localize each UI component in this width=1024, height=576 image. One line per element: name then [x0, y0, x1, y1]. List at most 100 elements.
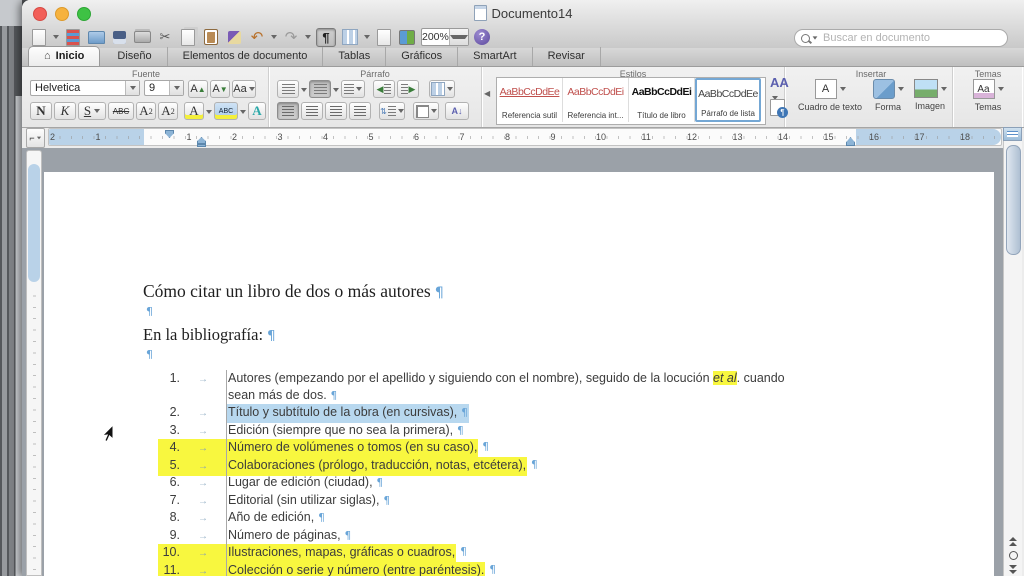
list-item-7: 7. → Editorial (sin utilizar siglas),¶ [158, 492, 391, 511]
subscript-button[interactable]: A2 [158, 102, 178, 120]
print-button[interactable] [133, 29, 151, 46]
insert-image-button[interactable]: Imagen [908, 79, 952, 111]
left-indent-marker[interactable] [197, 144, 206, 147]
open-button[interactable] [87, 29, 105, 46]
style-guides-button[interactable]: ¶ [770, 99, 785, 116]
vertical-ruler[interactable] [26, 150, 42, 576]
themes-button[interactable]: Aa Temas [962, 79, 1014, 112]
paste-button[interactable] [202, 29, 220, 46]
zoom-stepper[interactable] [449, 29, 468, 45]
paragraph-mark: ¶ [146, 305, 153, 318]
save-button[interactable] [110, 29, 128, 46]
align-left-button[interactable] [277, 102, 299, 120]
justify-button[interactable] [349, 102, 371, 120]
highlighter-button[interactable]: ABC [214, 102, 238, 120]
show-paragraph-marks-button[interactable]: ¶ [316, 28, 336, 47]
tab-elementos-de-documento[interactable]: Elementos de documento [168, 47, 324, 66]
paragraph-group: Párrafo ◀ ▶ ⇅ A↓ [269, 67, 482, 127]
search-icon[interactable] [801, 34, 810, 43]
zoom-select[interactable]: 200% [421, 28, 469, 46]
shrink-font-button[interactable]: A▼ [210, 80, 230, 98]
insert-shape-button[interactable]: Forma [868, 79, 908, 112]
ruler-number: 2 [232, 132, 237, 142]
undo-button[interactable]: ↶ [248, 29, 266, 46]
text-highlight-color-button[interactable]: A [184, 102, 204, 120]
background-window-strip [2, 0, 7, 576]
font-size-combo[interactable]: 9 [144, 80, 184, 96]
paragraph-mark: ¶ [383, 495, 390, 507]
paragraph-mark: ¶ [489, 562, 496, 576]
font-name-combo[interactable]: Helvetica [30, 80, 140, 96]
highlight-dropdown-icon[interactable] [206, 110, 212, 114]
new-document-dropdown-icon[interactable] [53, 35, 59, 39]
grow-font-button[interactable]: A▲ [188, 80, 208, 98]
change-case-button[interactable]: Aa [232, 80, 256, 98]
numbered-list-button[interactable] [309, 80, 331, 98]
decrease-indent-button[interactable]: ◀ [373, 80, 395, 98]
bullet-list-button[interactable] [277, 80, 299, 98]
list-item-4: 4. → Número de volúmenes o tomos (en su … [158, 439, 489, 458]
multilevel-list-button[interactable] [341, 80, 365, 98]
shape-icon [873, 79, 895, 99]
align-right-button[interactable] [325, 102, 347, 120]
ruler-number: 16 [869, 132, 879, 142]
underline-button[interactable]: S [78, 102, 106, 120]
paragraph-mark: ¶ [318, 512, 325, 524]
select-browse-object-button[interactable] [1005, 549, 1021, 562]
cut-button[interactable]: ✂ [156, 29, 174, 46]
vertical-ruler-ticks [33, 285, 36, 575]
bullet-list-dropdown-icon[interactable] [301, 88, 307, 92]
search-scope-dropdown-icon[interactable] [813, 36, 818, 39]
search-field[interactable] [794, 29, 1008, 47]
list-item-2: 2. → Título y subtítulo de la obra (en c… [158, 404, 469, 423]
scrollbar-thumb[interactable] [1006, 145, 1021, 255]
new-document-button[interactable] [30, 29, 48, 46]
italic-button[interactable]: K [54, 102, 76, 120]
previous-page-button[interactable] [1005, 535, 1021, 548]
layout-view-dropdown-icon[interactable] [364, 35, 370, 39]
paragraph-mark: ¶ [377, 477, 384, 489]
gallery-toggle-button[interactable] [64, 29, 82, 46]
strikethrough-button[interactable]: ABC [108, 102, 134, 120]
paragraph-mark: ¶ [461, 407, 468, 419]
numbered-list-dropdown-icon[interactable] [333, 88, 339, 92]
horizontal-ruler[interactable]: 21123456789101112131415161718 [48, 128, 1002, 146]
redo-dropdown-icon[interactable] [305, 35, 311, 39]
style-card-titulo-de-libro[interactable]: AaBbCcDdEi Título de libro [629, 78, 695, 122]
redo-button[interactable]: ↷ [282, 29, 300, 46]
sort-button[interactable]: A↓ [445, 102, 469, 120]
media-browser-button[interactable] [398, 29, 416, 46]
split-handle[interactable] [1003, 127, 1022, 141]
undo-dropdown-icon[interactable] [271, 35, 277, 39]
next-page-button[interactable] [1005, 563, 1021, 576]
insert-textbox-button[interactable]: A Cuadro de texto [794, 79, 866, 112]
columns-button[interactable] [429, 80, 455, 98]
layout-view-button[interactable] [341, 29, 359, 46]
tab-revisar[interactable]: Revisar [533, 47, 601, 66]
borders-button[interactable] [413, 102, 439, 120]
tab-diseno[interactable]: Diseño [102, 47, 167, 66]
tab-stop-selector[interactable]: ⌐ [26, 128, 45, 148]
highlighter-dropdown-icon[interactable] [240, 110, 246, 114]
search-input[interactable] [821, 31, 1001, 45]
help-button[interactable]: ? [474, 29, 490, 45]
copy-button[interactable] [179, 29, 197, 46]
list-item-10: 10. → Ilustraciones, mapas, gráficas o c… [158, 544, 467, 563]
align-center-button[interactable] [301, 102, 323, 120]
line-spacing-button[interactable]: ⇅ [379, 102, 405, 120]
tab-smartart[interactable]: SmartArt [458, 47, 532, 66]
tab-graficos[interactable]: Gráficos [386, 47, 458, 66]
increase-indent-button[interactable]: ▶ [397, 80, 419, 98]
styles-gallery-left-arrow[interactable]: ◀ [484, 89, 490, 98]
tab-inicio[interactable]: ⌂Inicio [28, 46, 100, 66]
style-card-referencia-sutil[interactable]: AaBbCcDdEe Referencia sutil [497, 78, 563, 122]
style-card-parrafo-de-lista[interactable]: AaBbCcDdEe Párrafo de lista [695, 78, 761, 122]
format-painter-button[interactable] [225, 29, 243, 46]
superscript-button[interactable]: A2 [136, 102, 156, 120]
bold-button[interactable]: N [30, 102, 52, 120]
font-color-button[interactable]: A [248, 102, 266, 120]
tab-tablas[interactable]: Tablas [323, 47, 386, 66]
outline-view-button[interactable] [375, 29, 393, 46]
vertical-scrollbar[interactable] [1003, 141, 1022, 576]
style-card-referencia-intensa[interactable]: AaBbCcDdEi Referencia int... [563, 78, 629, 122]
